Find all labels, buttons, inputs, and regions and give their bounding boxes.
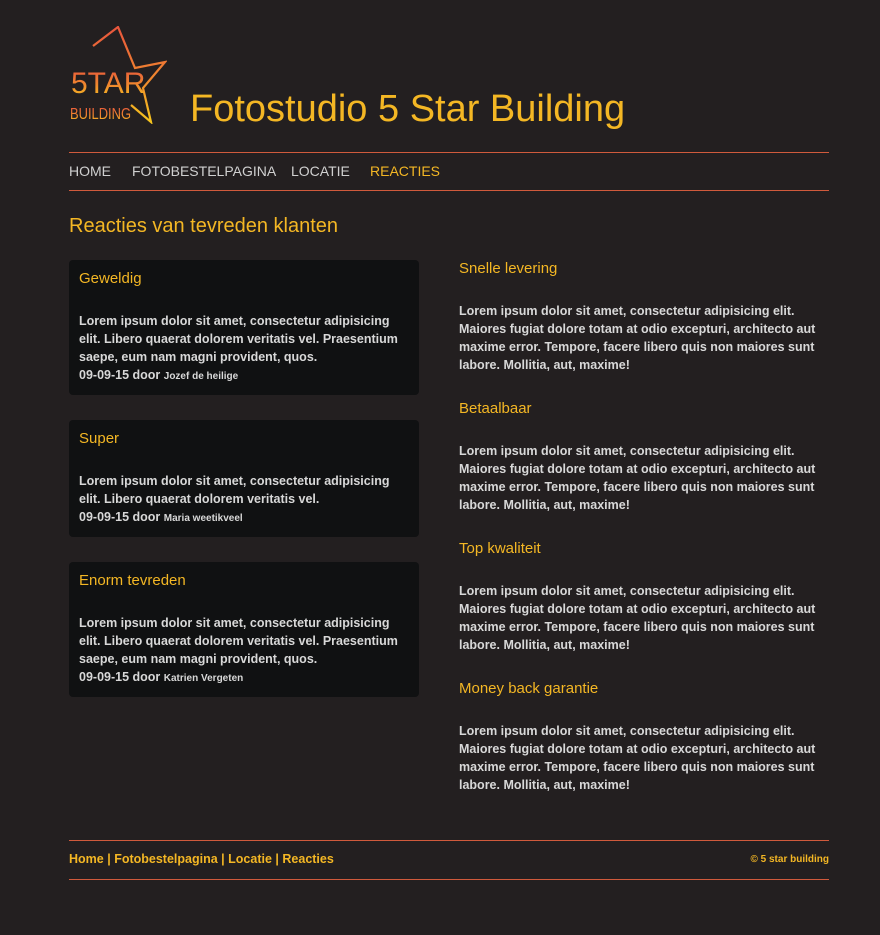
feature-block: Money back garantie Lorem ipsum dolor si… [459,680,819,794]
nav-item-fotobestelpagina[interactable]: FOTOBESTELPAGINA [132,163,276,180]
star-logo-icon[interactable]: 5TAR BUILDING [69,26,167,124]
nav-item-locatie[interactable]: LOCATIE [291,163,350,180]
footer-link-fotobestelpagina[interactable]: Fotobestelpagina [114,852,217,866]
feature-body: Lorem ipsum dolor sit amet, consectetur … [459,724,816,792]
feature-title: Snelle levering [459,260,558,277]
main-nav: HOME FOTOBESTELPAGINA LOCATIE REACTIES [69,152,829,191]
review-body: Lorem ipsum dolor sit amet, consectetur … [79,616,398,666]
nav-item-home[interactable]: HOME [69,163,111,180]
review-date: 09-09-15 door [79,368,161,382]
footer-separator: | [107,852,111,866]
feature-title: Betaalbaar [459,400,532,417]
logo-text-star: 5TAR [71,67,145,100]
page-title: Reacties van tevreden klanten [69,215,339,237]
site-footer: Home | Fotobestelpagina | Locatie | Reac… [69,840,829,880]
review-body: Lorem ipsum dolor sit amet, consectetur … [79,314,398,364]
review-card: Enorm tevreden Lorem ipsum dolor sit ame… [69,562,419,697]
feature-block: Top kwaliteit Lorem ipsum dolor sit amet… [459,540,819,654]
logo-text-building: BUILDING [70,106,131,123]
footer-link-reacties[interactable]: Reacties [282,852,333,866]
review-card: Super Lorem ipsum dolor sit amet, consec… [69,420,419,537]
review-card: Geweldig Lorem ipsum dolor sit amet, con… [69,260,419,395]
footer-separator: | [221,852,225,866]
page-wrapper: 5TAR BUILDING Fotostudio 5 Star Building… [69,0,829,880]
review-date: 09-09-15 door [79,670,161,684]
feature-block: Snelle levering Lorem ipsum dolor sit am… [459,260,819,374]
review-date: 09-09-15 door [79,510,161,524]
feature-title: Money back garantie [459,680,599,697]
feature-block: Betaalbaar Lorem ipsum dolor sit amet, c… [459,400,819,514]
feature-title: Top kwaliteit [459,540,541,557]
nav-item-reacties[interactable]: REACTIES [370,163,440,180]
site-title: Fotostudio 5 Star Building [190,88,626,130]
review-meta: 09-09-15 door Katrien Vergeten [79,668,409,688]
copyright-text: © 5 star building [750,854,830,865]
review-title: Enorm tevreden [79,572,186,589]
footer-link-home[interactable]: Home [69,852,104,866]
review-author: Maria weetikveel [163,513,243,524]
review-author: Jozef de heilige [163,371,239,382]
review-title: Geweldig [79,270,142,287]
site-header: 5TAR BUILDING Fotostudio 5 Star Building [69,0,829,152]
review-meta: 09-09-15 door Maria weetikveel [79,508,409,528]
review-body: Lorem ipsum dolor sit amet, consectetur … [79,474,390,506]
footer-link-locatie[interactable]: Locatie [228,852,272,866]
feature-body: Lorem ipsum dolor sit amet, consectetur … [459,444,816,512]
review-meta: 09-09-15 door Jozef de heilige [79,366,409,386]
review-author: Katrien Vergeten [163,673,244,684]
feature-body: Lorem ipsum dolor sit amet, consectetur … [459,304,816,372]
footer-links: Home | Fotobestelpagina | Locatie | Reac… [69,852,334,866]
review-title: Super [79,430,120,447]
footer-separator: | [275,852,279,866]
feature-body: Lorem ipsum dolor sit amet, consectetur … [459,584,816,652]
